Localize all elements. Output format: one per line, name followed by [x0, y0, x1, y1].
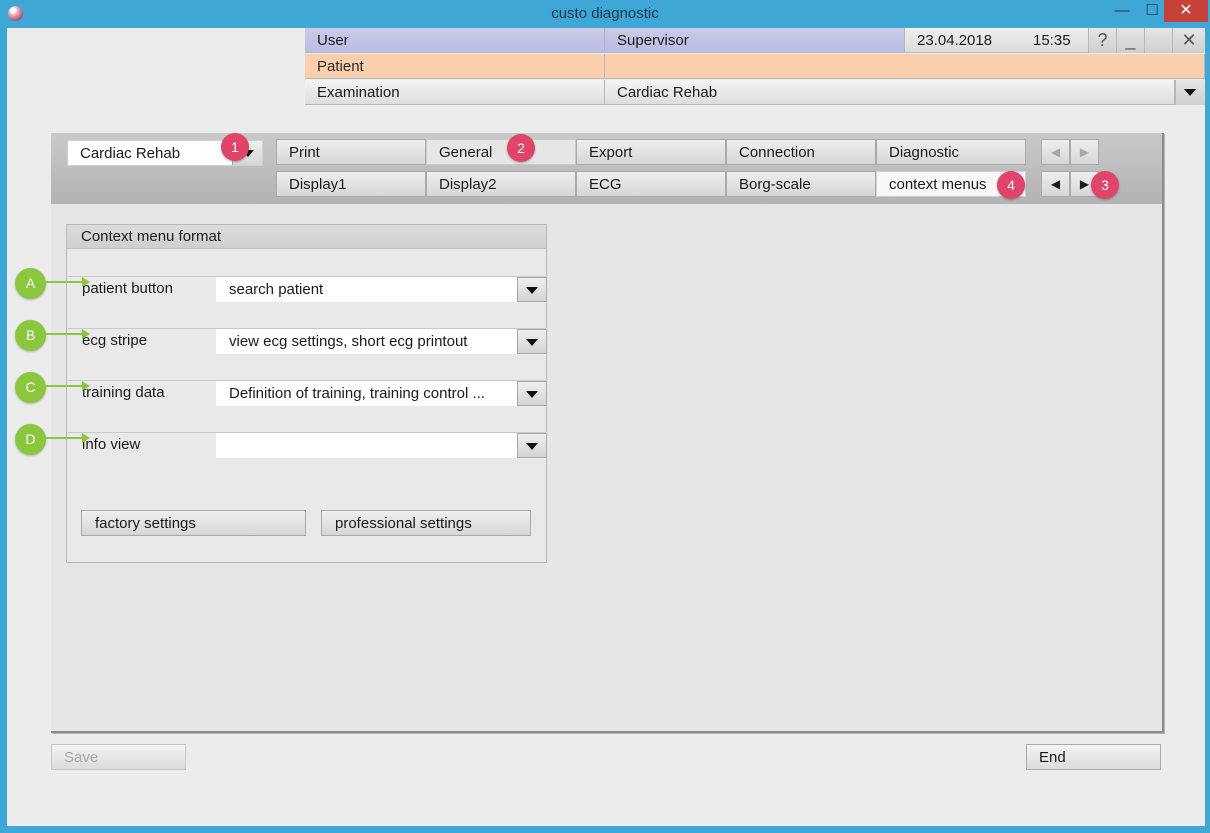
patient-button-dropdown-button[interactable]	[517, 277, 547, 302]
patient-button-select[interactable]: search patient	[216, 277, 517, 302]
callout-a: A	[15, 268, 46, 299]
field-label: patient button	[82, 280, 173, 297]
field-label: info view	[82, 436, 141, 453]
callout-b-arrow	[44, 329, 90, 339]
dropdown-arrow-icon	[1184, 89, 1196, 96]
tab-band: Cardiac Rehab Print General Export Conne…	[51, 133, 1162, 204]
minimize-app-button[interactable]: _	[1116, 28, 1144, 53]
dropdown-arrow-icon	[526, 443, 538, 450]
close-window-button[interactable]: ✕	[1164, 0, 1208, 22]
minimize-icon: —	[1114, 2, 1130, 19]
blank-sys-button[interactable]	[1144, 28, 1172, 53]
tab-general[interactable]: General	[426, 139, 576, 165]
callout-b: B	[15, 320, 46, 351]
field-label: training data	[82, 384, 165, 401]
minimize-icon: _	[1125, 30, 1136, 50]
field-row-info-view: info view	[68, 432, 547, 460]
tab-diagnostic[interactable]: Diagnostic	[876, 139, 1026, 165]
callout-d: D	[15, 424, 46, 455]
save-button[interactable]: Save	[51, 744, 186, 770]
callout-c-arrow	[44, 381, 90, 391]
field-row-patient-button: patient button search patient	[68, 276, 547, 304]
tab-display1[interactable]: Display1	[276, 171, 426, 197]
tab-print[interactable]: Print	[276, 139, 426, 165]
tab-ecg[interactable]: ECG	[576, 171, 726, 197]
next-arrow-icon: ▶	[1079, 145, 1090, 159]
callout-d-arrow	[44, 433, 90, 443]
dropdown-arrow-icon	[526, 391, 538, 398]
annotation-badge-3: 3	[1091, 171, 1119, 199]
help-button[interactable]: ?	[1088, 28, 1116, 53]
dropdown-arrow-icon	[526, 339, 538, 346]
close-app-button[interactable]: ✕	[1172, 28, 1205, 53]
field-row-training-data: training data Definition of training, tr…	[68, 380, 547, 408]
close-icon: ✕	[1179, 2, 1193, 19]
annotation-badge-1: 1	[221, 133, 249, 161]
user-value: Supervisor	[605, 28, 905, 53]
info-view-select[interactable]	[216, 433, 517, 458]
context-menu-format-group: Context menu format patient button searc…	[66, 224, 547, 563]
settings-panel: Cardiac Rehab Print General Export Conne…	[51, 133, 1164, 733]
tab-connection[interactable]: Connection	[726, 139, 876, 165]
factory-settings-button[interactable]: factory settings	[81, 510, 306, 536]
ecg-stripe-dropdown-button[interactable]	[517, 329, 547, 354]
tabs-row2-prev-button[interactable]: ◀	[1041, 171, 1070, 197]
training-data-dropdown-button[interactable]	[517, 381, 547, 406]
tabs-row1-prev-button[interactable]: ◀	[1041, 139, 1070, 165]
client-area: User Supervisor 23.04.2018 15:35 ? _ ✕ P…	[7, 28, 1205, 826]
field-label: ecg stripe	[82, 332, 148, 349]
app-window: custo diagnostic — ☐ ✕ User Supervisor 2…	[0, 0, 1210, 833]
tab-display2[interactable]: Display2	[426, 171, 576, 197]
window-title: custo diagnostic	[551, 5, 659, 22]
date-text: 23.04.2018	[917, 32, 993, 49]
examination-select[interactable]: Cardiac Rehab	[605, 80, 1175, 105]
close-icon: ✕	[1181, 30, 1197, 50]
maximize-window-button[interactable]: ☐	[1138, 0, 1166, 22]
ecg-stripe-select[interactable]: view ecg settings, short ecg printout	[216, 329, 517, 354]
datetime-display: 23.04.2018 15:35	[905, 28, 1090, 53]
annotation-badge-4: 4	[997, 171, 1025, 199]
minimize-window-button[interactable]: —	[1108, 0, 1136, 22]
prev-arrow-icon: ◀	[1050, 177, 1061, 191]
examination-dropdown-button[interactable]	[1175, 80, 1205, 105]
end-button[interactable]: End	[1026, 744, 1161, 770]
tab-export[interactable]: Export	[576, 139, 726, 165]
config-select-value: Cardiac Rehab	[80, 145, 181, 162]
annotation-badge-2: 2	[507, 134, 535, 162]
callout-c: C	[15, 372, 46, 403]
info-view-dropdown-button[interactable]	[517, 433, 547, 458]
next-arrow-icon: ▶	[1079, 177, 1090, 191]
examination-label: Examination	[305, 80, 605, 105]
callout-a-arrow	[44, 277, 90, 287]
title-bar: custo diagnostic — ☐ ✕	[0, 0, 1210, 28]
user-label: User	[305, 28, 605, 53]
training-data-select[interactable]: Definition of training, training control…	[216, 381, 517, 406]
maximize-icon: ☐	[1145, 2, 1159, 19]
help-icon: ?	[1097, 30, 1108, 50]
patient-label: Patient	[305, 54, 605, 79]
prev-arrow-icon: ◀	[1050, 145, 1061, 159]
tab-borg-scale[interactable]: Borg-scale	[726, 171, 876, 197]
dropdown-arrow-icon	[526, 287, 538, 294]
patient-value[interactable]	[605, 54, 1205, 79]
tabs-row1-next-button[interactable]: ▶	[1070, 139, 1099, 165]
time-text: 15:35	[1033, 32, 1071, 49]
group-title: Context menu format	[67, 225, 546, 249]
field-row-ecg-stripe: ecg stripe view ecg settings, short ecg …	[68, 328, 547, 356]
professional-settings-button[interactable]: professional settings	[321, 510, 531, 536]
